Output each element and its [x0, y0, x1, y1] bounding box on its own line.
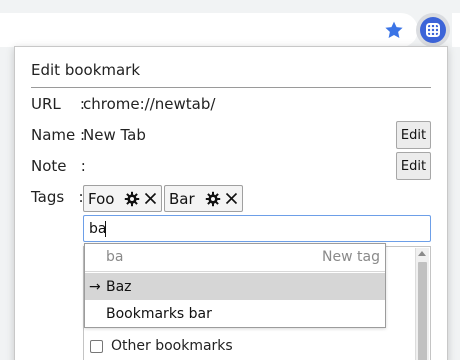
gear-icon[interactable]: [124, 191, 140, 207]
popup-title: Edit bookmark: [31, 61, 141, 79]
tag-suggestions-dropdown: ba New tag → Baz Bookmarks bar: [84, 243, 386, 328]
folder-label: Other bookmarks: [111, 338, 233, 354]
edit-bookmark-popup: Edit bookmark URL : chrome://newtab/ Nam…: [14, 46, 448, 360]
name-value: New Tab: [83, 126, 146, 144]
toolbar-edge: [452, 13, 460, 47]
arrow-right-icon: →: [89, 278, 101, 295]
close-icon[interactable]: [144, 192, 157, 205]
tag-label: Bar: [169, 189, 195, 208]
close-icon[interactable]: [225, 192, 238, 205]
tag-chip: Foo: [83, 185, 163, 212]
dropdown-query: ba: [106, 249, 124, 265]
suggestion-label: Baz: [106, 278, 132, 295]
text-caret: [105, 221, 106, 237]
list-item[interactable]: Other bookmarks: [90, 338, 233, 354]
tag-chip: Bar: [164, 185, 243, 212]
url-label: URL :: [31, 95, 85, 113]
dropdown-header[interactable]: ba New tag: [85, 244, 385, 272]
scrollbar[interactable]: [415, 248, 429, 360]
edit-note-button[interactable]: Edit: [396, 152, 431, 180]
star-icon[interactable]: [383, 19, 405, 41]
tag-label: Foo: [88, 189, 115, 208]
edit-name-button[interactable]: Edit: [396, 121, 431, 149]
suggestion-label: Bookmarks bar: [106, 305, 212, 322]
gear-icon[interactable]: [205, 191, 221, 207]
scroll-thumb[interactable]: [418, 262, 427, 360]
hash-icon[interactable]: [420, 17, 446, 43]
note-label: Note :: [31, 157, 86, 175]
scroll-up-arrow-icon[interactable]: [418, 251, 426, 256]
name-label: Name :: [31, 126, 86, 144]
url-value: chrome://newtab/: [83, 95, 216, 113]
suggestion-item[interactable]: Bookmarks bar: [85, 300, 385, 327]
folder-checkbox[interactable]: [90, 339, 103, 353]
address-bar[interactable]: [0, 13, 418, 47]
title-divider: [31, 87, 431, 88]
new-tag-hint: New tag: [322, 249, 380, 265]
tags-label: Tags :: [31, 188, 84, 206]
suggestion-item[interactable]: → Baz: [85, 273, 385, 300]
tag-input[interactable]: [83, 215, 431, 242]
